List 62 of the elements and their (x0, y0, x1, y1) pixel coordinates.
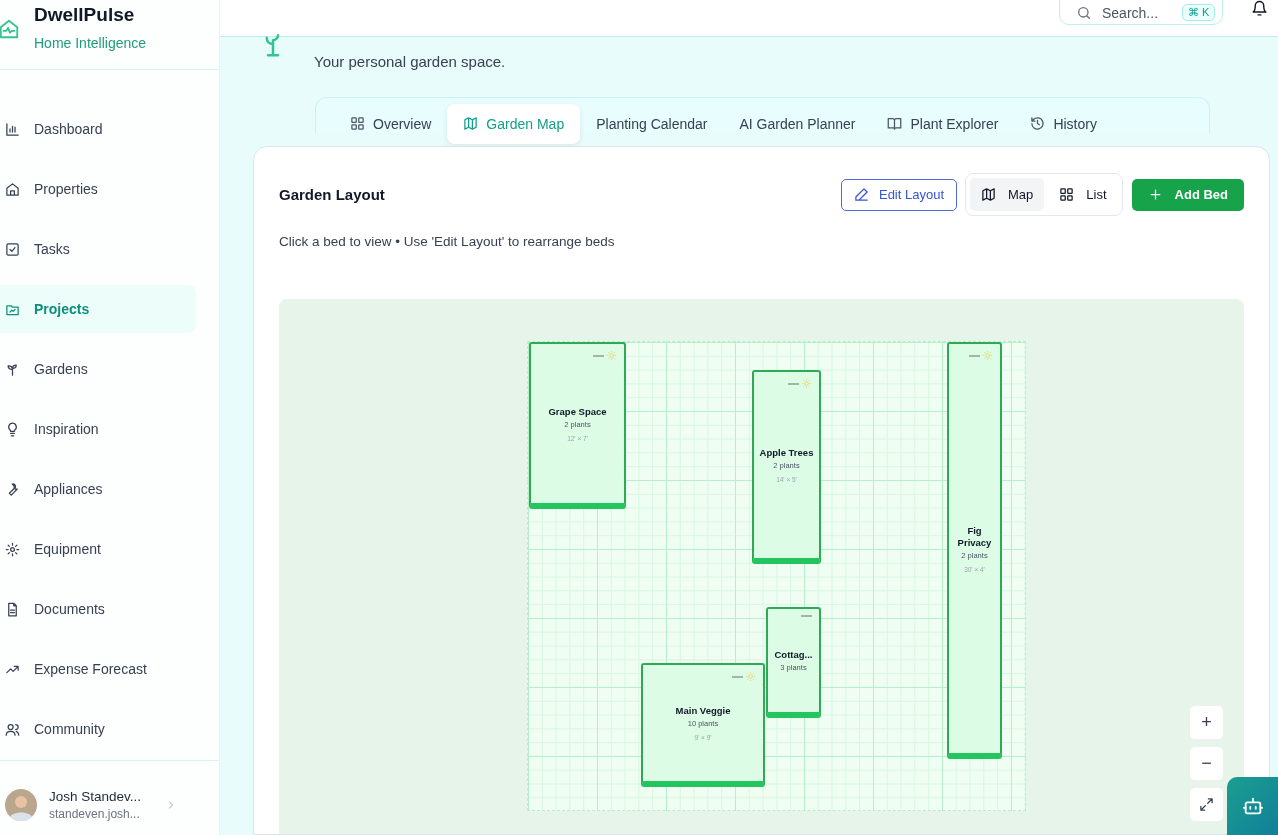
user-email: standeven.josh... (49, 807, 141, 821)
dash-icon (801, 615, 812, 617)
expand-arrows-icon (1199, 797, 1214, 812)
dash-icon (593, 354, 604, 357)
layout-hint: Click a bed to view • Use 'Edit Layout' to rearrange beds (279, 234, 616, 249)
history-icon (1030, 116, 1046, 131)
pencil-icon (853, 187, 869, 202)
checkbox-icon (5, 241, 20, 257)
shortcut-badge: ⌘ K (1182, 4, 1216, 21)
bar-chart-icon (5, 121, 20, 137)
sidebar-item[interactable]: Dashboard (0, 105, 196, 153)
grid-icon (1059, 187, 1075, 202)
sidebar-item[interactable]: Expense Forecast (0, 645, 196, 693)
tab[interactable]: Plant Explorer (871, 103, 1015, 144)
people-icon (5, 721, 20, 737)
zoom-button[interactable]: + (1189, 705, 1224, 740)
sidebar-item[interactable]: Documents (0, 585, 196, 633)
dash-icon (788, 382, 799, 385)
bed-name: Fig Privacy (956, 524, 993, 549)
assistant-button[interactable] (1227, 777, 1278, 835)
view-toggle-button[interactable]: List (1048, 178, 1118, 211)
lightbulb-icon (5, 421, 20, 437)
dash-icon (969, 354, 980, 357)
robot-icon (1241, 795, 1264, 817)
document-icon (5, 601, 20, 617)
sidebar-item[interactable]: Inspiration (0, 405, 196, 453)
sidebar-item[interactable]: Properties (0, 165, 196, 213)
bed-name: Main Veggie (675, 705, 731, 717)
zoom-button[interactable]: − (1189, 746, 1224, 781)
app-name: DwellPulse (34, 4, 136, 26)
avatar (5, 789, 37, 821)
book-icon (887, 116, 903, 131)
page-subtitle: Your personal garden space. (314, 53, 506, 72)
sidebar-item[interactable]: Community (0, 705, 196, 753)
tab[interactable]: AI Garden Planner (723, 103, 872, 144)
plus-icon (1147, 187, 1163, 202)
view-toggle-button[interactable]: Map (970, 178, 1045, 211)
search-icon (1076, 4, 1092, 21)
sidebar-item[interactable]: Projects (0, 285, 196, 333)
edit-layout-button[interactable]: Edit Layout (840, 178, 957, 211)
user-name: Josh Standev... (49, 789, 142, 804)
tab[interactable]: History (1014, 103, 1113, 144)
map-icon (981, 187, 996, 202)
bed-name: Grape Space (548, 405, 607, 418)
bell-icon (1251, 0, 1268, 17)
house-pulse-icon (0, 18, 20, 40)
search-field[interactable]: Search... (1102, 4, 1172, 21)
bed-name: Cottag... (774, 649, 813, 661)
section-title: Garden Layout (279, 186, 385, 203)
bed-name: Apple Trees (759, 447, 814, 459)
app-tagline: Home Intelligence (34, 35, 147, 51)
tab[interactable]: Planting Calendar (580, 103, 724, 144)
sidebar-item[interactable]: Equipment (0, 525, 196, 573)
sidebar-item[interactable]: Tasks (0, 225, 196, 273)
grid-icon (350, 116, 365, 131)
sidebar-item[interactable]: Gardens (0, 345, 196, 393)
fullscreen-button[interactable] (1189, 787, 1224, 822)
house-icon (5, 181, 20, 197)
tab[interactable]: Overview (334, 103, 448, 144)
dash-icon (732, 675, 743, 678)
map-icon (463, 116, 479, 131)
sidebar-item[interactable]: Appliances (0, 465, 196, 513)
